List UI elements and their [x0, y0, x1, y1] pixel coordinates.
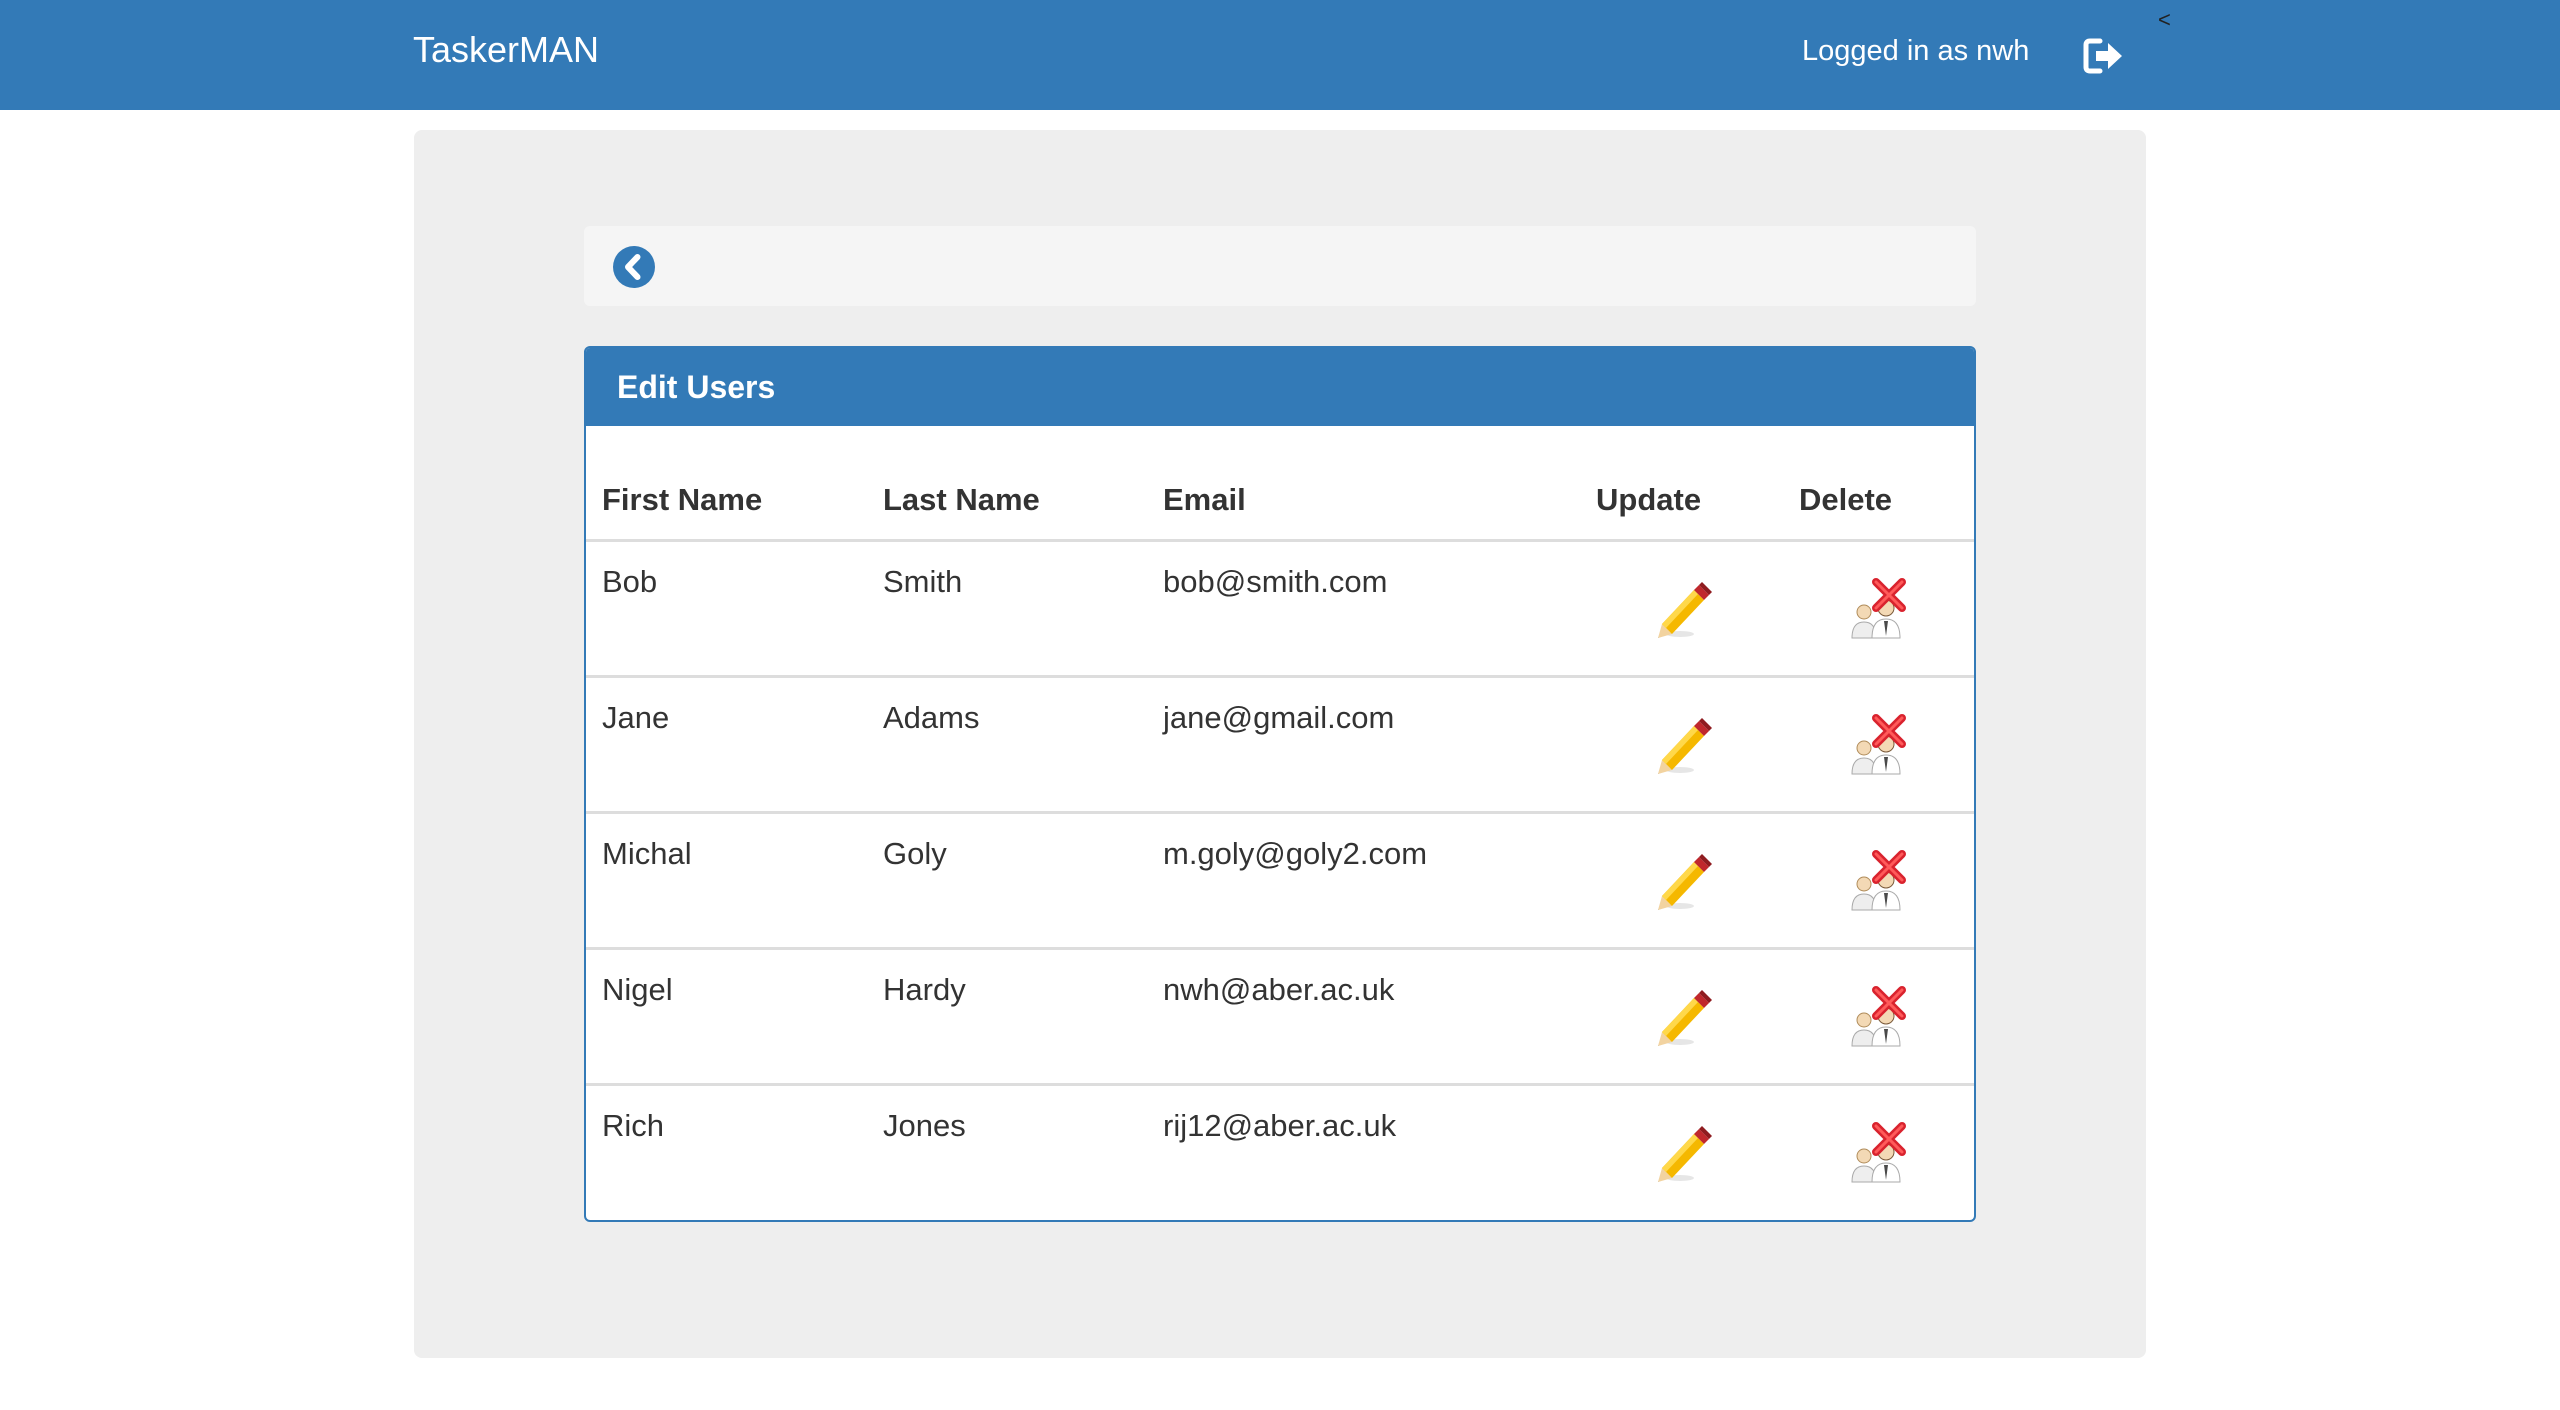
pencil-icon: [1658, 718, 1712, 774]
table-row: Michal Goly m.goly@goly2.com: [586, 814, 1974, 950]
cell-first-name: Michal: [602, 836, 692, 871]
logged-in-label: Logged in as nwh: [1802, 35, 2030, 67]
column-header-delete: Delete: [1799, 482, 1893, 517]
pencil-icon: [1658, 1126, 1712, 1182]
cell-last-name: Hardy: [883, 972, 966, 1007]
cell-email: bob@smith.com: [1163, 564, 1388, 599]
cell-last-name: Goly: [883, 836, 947, 871]
column-header-last-name: Last Name: [883, 482, 1040, 517]
cell-email: jane@gmail.com: [1163, 700, 1395, 735]
back-bar: [584, 226, 1976, 306]
cell-first-name: Rich: [602, 1108, 665, 1143]
panel-heading: Edit Users: [586, 348, 1974, 426]
delete-user-icon: [1851, 850, 1906, 911]
delete-user-icon: [1851, 1122, 1906, 1183]
delete-user-button[interactable]: [1844, 572, 1916, 644]
cell-last-name: Adams: [883, 700, 980, 735]
update-user-button[interactable]: [1646, 844, 1718, 916]
delete-user-icon: [1851, 578, 1906, 639]
chevron-circle-left-icon: [625, 254, 641, 280]
cell-last-name: Smith: [883, 564, 963, 599]
app-brand[interactable]: TaskerMAN: [413, 28, 599, 72]
delete-user-button[interactable]: [1844, 1116, 1916, 1188]
cell-email: rij12@aber.ac.uk: [1163, 1108, 1397, 1143]
pencil-icon: [1658, 582, 1712, 638]
cell-first-name: Nigel: [602, 972, 673, 1007]
update-user-button[interactable]: [1646, 980, 1718, 1052]
back-button[interactable]: [613, 246, 655, 288]
panel-title: Edit Users: [617, 369, 776, 405]
delete-user-button[interactable]: [1844, 980, 1916, 1052]
table-row: Rich Jones rij12@aber.ac.uk: [586, 1086, 1974, 1222]
table-row: Nigel Hardy nwh@aber.ac.uk: [586, 950, 1974, 1086]
cell-last-name: Jones: [883, 1108, 966, 1143]
update-user-button[interactable]: [1646, 572, 1718, 644]
cell-email: nwh@aber.ac.uk: [1163, 972, 1395, 1007]
update-user-button[interactable]: [1646, 1116, 1718, 1188]
sign-out-icon: [2083, 38, 2122, 74]
table-row: Jane Adams jane@gmail.com: [586, 678, 1974, 814]
column-header-first-name: First Name: [602, 482, 763, 517]
pencil-icon: [1658, 854, 1712, 910]
update-user-button[interactable]: [1646, 708, 1718, 780]
column-header-email: Email: [1163, 482, 1246, 517]
pencil-icon: [1658, 990, 1712, 1046]
table-row: Bob Smith bob@smith.com: [586, 542, 1974, 678]
cell-first-name: Bob: [602, 564, 658, 599]
corner-caret-mark: <: [2158, 7, 2171, 32]
delete-user-button[interactable]: [1844, 708, 1916, 780]
delete-user-button[interactable]: [1844, 844, 1916, 916]
delete-user-icon: [1851, 986, 1906, 1047]
column-header-update: Update: [1596, 482, 1702, 517]
top-navbar: TaskerMAN Logged in as nwh: [0, 0, 2560, 110]
cell-email: m.goly@goly2.com: [1163, 836, 1428, 871]
delete-user-icon: [1851, 714, 1906, 775]
logout-button[interactable]: [2080, 33, 2126, 79]
cell-first-name: Jane: [602, 700, 670, 735]
